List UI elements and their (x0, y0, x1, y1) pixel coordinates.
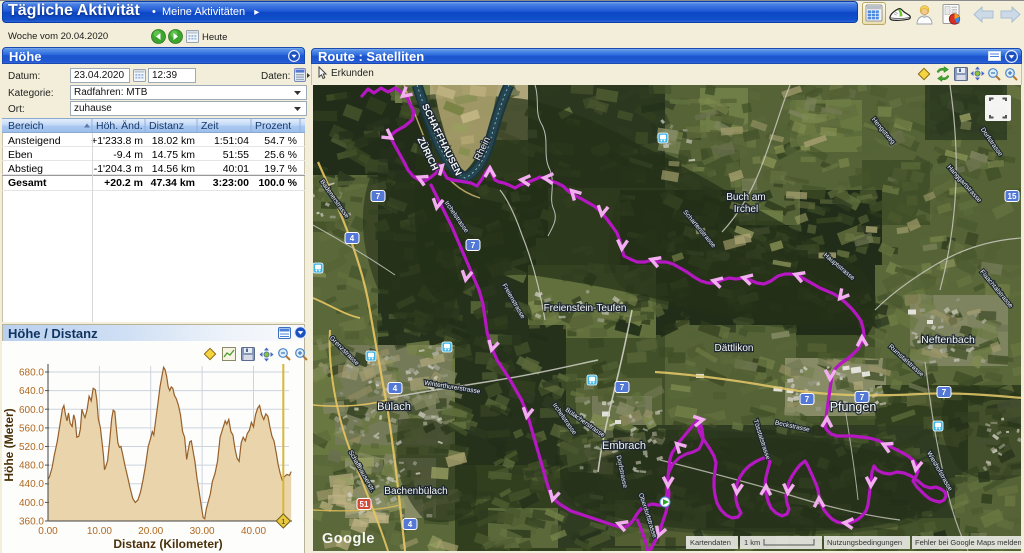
svg-text:360.0: 360.0 (19, 517, 44, 528)
svg-text:Freienstein-Teufen: Freienstein-Teufen (544, 303, 627, 314)
svg-text:4: 4 (408, 520, 413, 529)
svg-text:Kartendaten: Kartendaten (690, 538, 731, 547)
svg-text:520.0: 520.0 (19, 442, 44, 453)
svg-text:Nutzungsbedingungen: Nutzungsbedingungen (827, 538, 902, 547)
svg-text:10.00: 10.00 (87, 526, 112, 537)
svg-text:7: 7 (376, 192, 381, 201)
svg-text:680.0: 680.0 (19, 368, 44, 379)
svg-text:Bülach: Bülach (377, 401, 411, 413)
svg-text:30.00: 30.00 (190, 526, 215, 537)
svg-text:7: 7 (471, 241, 476, 250)
svg-text:Pfungen: Pfungen (830, 400, 877, 414)
svg-text:1: 1 (281, 519, 285, 526)
svg-text:Bachenbülach: Bachenbülach (384, 486, 447, 497)
svg-text:Buch am: Buch am (726, 192, 765, 203)
svg-text:640.0: 640.0 (19, 386, 44, 397)
svg-text:480.0: 480.0 (19, 461, 44, 472)
svg-text:40.00: 40.00 (241, 526, 266, 537)
svg-text:400.0: 400.0 (19, 498, 44, 509)
svg-text:Embrach: Embrach (602, 440, 646, 452)
svg-text:Google: Google (322, 531, 375, 547)
svg-text:7: 7 (860, 393, 865, 402)
svg-text:600.0: 600.0 (19, 405, 44, 416)
svg-text:Höhe (Meter): Höhe (Meter) (2, 408, 16, 481)
svg-text:Distanz (Kilometer): Distanz (Kilometer) (113, 537, 222, 551)
svg-text:15: 15 (1008, 192, 1017, 201)
svg-text:Dättlikon: Dättlikon (715, 343, 754, 354)
svg-text:7: 7 (805, 395, 810, 404)
svg-text:Irchel: Irchel (734, 204, 758, 215)
svg-text:4: 4 (350, 234, 355, 243)
svg-text:1 km: 1 km (744, 538, 760, 547)
svg-text:560.0: 560.0 (19, 423, 44, 434)
svg-text:20.00: 20.00 (138, 526, 163, 537)
svg-text:0.00: 0.00 (38, 526, 58, 537)
svg-text:7: 7 (942, 388, 947, 397)
svg-text:4: 4 (393, 384, 398, 393)
svg-text:Fehler bei Google Maps melden: Fehler bei Google Maps melden (915, 538, 1021, 547)
svg-text:51: 51 (360, 500, 369, 509)
svg-text:7: 7 (620, 383, 625, 392)
svg-text:Neftenbach: Neftenbach (921, 334, 975, 346)
svg-text:440.0: 440.0 (19, 479, 44, 490)
